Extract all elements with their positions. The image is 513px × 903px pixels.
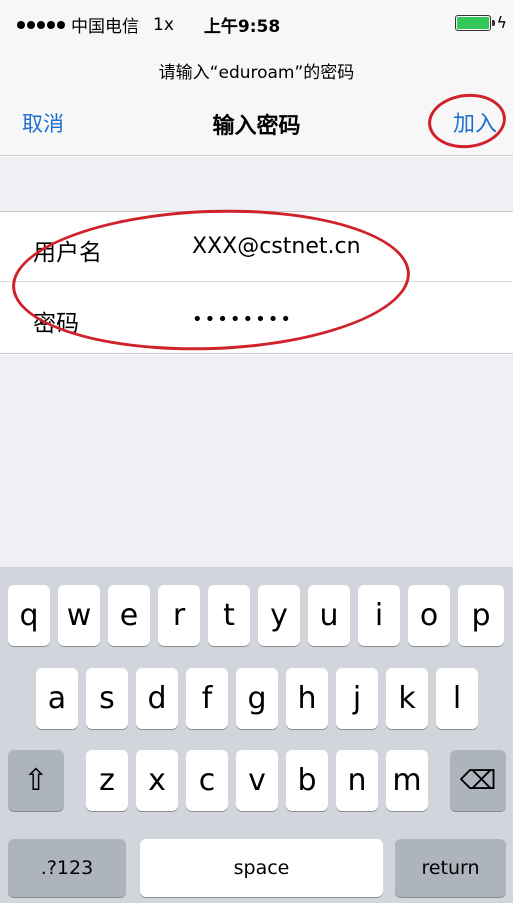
key-t[interactable]: t: [208, 585, 250, 646]
key-m[interactable]: m: [386, 750, 428, 811]
battery-level: [457, 17, 489, 29]
carrier-name: 中国电信: [71, 17, 139, 37]
password-row[interactable]: 密码 ••••••••: [0, 283, 513, 353]
numbers-key[interactable]: .?123: [8, 839, 126, 897]
signal-strength-icon: [17, 20, 65, 29]
key-n[interactable]: n: [336, 750, 378, 811]
credentials-form: 用户名 XXX@cstnet.cn 密码 ••••••••: [0, 212, 513, 354]
key-j[interactable]: j: [336, 668, 378, 729]
page-title: 输入密码: [212, 114, 301, 139]
key-h[interactable]: h: [286, 668, 328, 729]
key-y[interactable]: y: [258, 585, 300, 646]
key-w[interactable]: w: [58, 585, 100, 646]
key-z[interactable]: z: [86, 750, 128, 811]
network-type: 1x: [153, 14, 174, 35]
nav-bar: 请输入“eduroam”的密码 取消 输入密码 加入: [0, 48, 513, 156]
key-a[interactable]: a: [36, 668, 78, 729]
join-button[interactable]: 加入: [453, 106, 497, 138]
charging-icon: ϟ: [496, 13, 507, 32]
space-key[interactable]: space: [140, 839, 383, 897]
battery-cap: [492, 20, 495, 26]
keyboard: q w e r t y u i o p a s d f g h j k l ⇧ …: [0, 567, 513, 903]
return-key[interactable]: return: [395, 839, 506, 897]
key-o[interactable]: o: [408, 585, 450, 646]
username-label: 用户名: [33, 240, 102, 266]
key-q[interactable]: q: [8, 585, 50, 646]
empty-area: [0, 355, 513, 567]
key-c[interactable]: c: [186, 750, 228, 811]
key-u[interactable]: u: [308, 585, 350, 646]
key-d[interactable]: d: [136, 668, 178, 729]
key-i[interactable]: i: [358, 585, 400, 646]
password-label: 密码: [33, 311, 79, 337]
key-g[interactable]: g: [236, 668, 278, 729]
key-r[interactable]: r: [158, 585, 200, 646]
key-f[interactable]: f: [186, 668, 228, 729]
clock-time: 上午9:58: [203, 17, 281, 37]
password-field[interactable]: ••••••••: [192, 309, 293, 330]
key-v[interactable]: v: [236, 750, 278, 811]
shift-key[interactable]: ⇧: [8, 750, 64, 811]
key-e[interactable]: e: [108, 585, 150, 646]
section-spacer: [0, 157, 513, 212]
key-p[interactable]: p: [458, 585, 504, 646]
delete-key[interactable]: ⌫: [450, 750, 506, 811]
key-s[interactable]: s: [86, 668, 128, 729]
username-field[interactable]: XXX@cstnet.cn: [192, 234, 361, 259]
username-row[interactable]: 用户名 XXX@cstnet.cn: [0, 212, 513, 282]
battery-icon: [455, 15, 495, 31]
status-left: 中国电信 1x 上午9:58: [17, 12, 280, 37]
key-b[interactable]: b: [286, 750, 328, 811]
status-bar: 中国电信 1x 上午9:58 ϟ: [0, 0, 513, 48]
key-x[interactable]: x: [136, 750, 178, 811]
key-l[interactable]: l: [436, 668, 478, 729]
password-prompt: 请输入“eduroam”的密码: [158, 63, 355, 83]
key-k[interactable]: k: [386, 668, 428, 729]
